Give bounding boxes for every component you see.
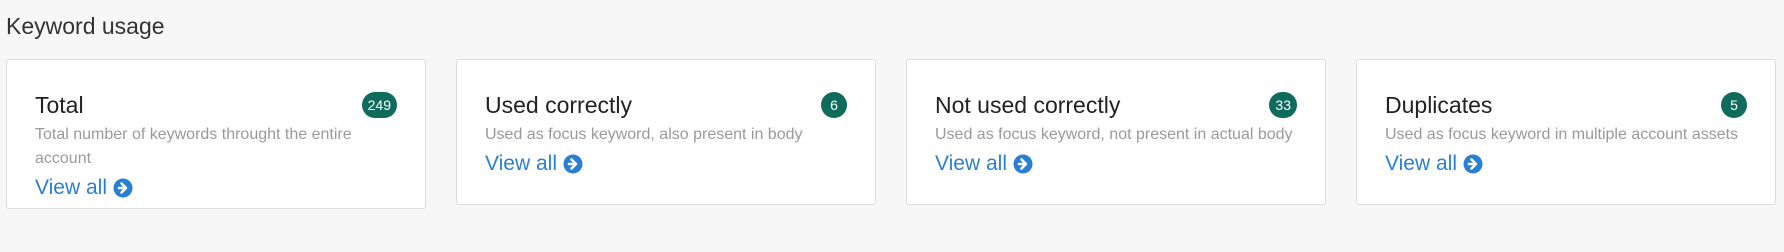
view-all-label: View all: [1385, 152, 1457, 175]
view-all-link[interactable]: View all: [1385, 150, 1483, 178]
card-title: Total: [35, 92, 84, 118]
view-all-link[interactable]: View all: [35, 174, 133, 202]
arrow-circle-right-icon: [1013, 154, 1033, 174]
card-header: Used correctly 6: [485, 90, 847, 120]
section-title: Keyword usage: [6, 13, 165, 39]
card-header: Duplicates 5: [1385, 90, 1747, 120]
card-description: Total number of keywords throught the en…: [35, 126, 352, 167]
view-all-label: View all: [935, 152, 1007, 175]
count-badge: 6: [821, 92, 847, 118]
view-all-link[interactable]: View all: [485, 150, 583, 178]
card-title: Duplicates: [1385, 92, 1493, 118]
card-not-used-correctly: Not used correctly 33 Used as focus keyw…: [906, 59, 1326, 205]
card-header: Total 249: [35, 90, 397, 120]
card-description: Used as focus keyword in multiple accoun…: [1385, 126, 1739, 143]
count-badge: 5: [1721, 92, 1747, 118]
card-total: Total 249 Total number of keywords throu…: [6, 59, 426, 209]
view-all-label: View all: [35, 176, 107, 199]
arrow-circle-right-icon: [113, 178, 133, 198]
count-badge: 33: [1269, 92, 1297, 118]
card-title: Not used correctly: [935, 92, 1121, 118]
card-title: Used correctly: [485, 92, 632, 118]
card-header: Not used correctly 33: [935, 90, 1297, 120]
card-used-correctly: Used correctly 6 Used as focus keyword, …: [456, 59, 876, 205]
count-badge: 249: [361, 92, 397, 118]
view-all-link[interactable]: View all: [935, 150, 1033, 178]
view-all-label: View all: [485, 152, 557, 175]
card-description: Used as focus keyword, also present in b…: [485, 126, 803, 143]
card-duplicates: Duplicates 5 Used as focus keyword in mu…: [1356, 59, 1776, 205]
arrow-circle-right-icon: [563, 154, 583, 174]
card-description: Used as focus keyword, not present in ac…: [935, 126, 1293, 143]
arrow-circle-right-icon: [1463, 154, 1483, 174]
